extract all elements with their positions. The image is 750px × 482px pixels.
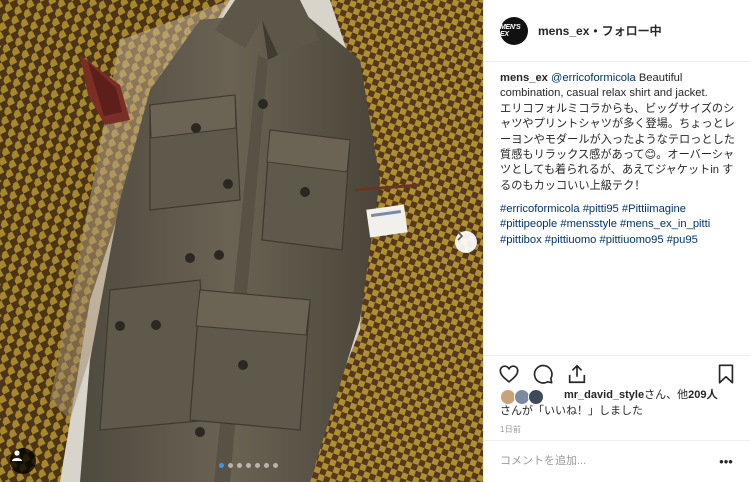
caption-mention[interactable]: @erricoformicola (551, 72, 636, 84)
user-icon (12, 450, 22, 461)
carousel-dot[interactable] (237, 463, 242, 468)
account-avatar[interactable]: MEN'S EX (500, 16, 528, 45)
post-date[interactable]: 1日前 (500, 424, 521, 435)
hashtag-link[interactable]: #pu95 (667, 234, 698, 246)
carousel-dot[interactable] (255, 463, 260, 468)
tagged-users-button[interactable] (10, 448, 36, 474)
share-icon (568, 364, 586, 384)
carousel-dot[interactable] (228, 463, 233, 468)
save-button[interactable] (715, 363, 737, 385)
caption-japanese: エリコフォルミコラからも、ビッグサイズのシャツやプリントシャツが多く登場。ちょっ… (500, 102, 735, 192)
post-caption: mens_ex @erricoformicola Beautiful combi… (500, 71, 744, 194)
liker-username[interactable]: mr_david_style (564, 389, 644, 401)
carousel-dot[interactable] (273, 463, 278, 468)
carousel-dot[interactable] (264, 463, 269, 468)
hashtag-link[interactable]: #pittipeople (500, 218, 557, 230)
like-button[interactable] (498, 363, 520, 385)
hashtag-link[interactable]: #mensstyle (560, 218, 617, 230)
jacket-shirt-photo (0, 0, 483, 482)
post-header: MEN'S EX mens_ex • フォロー中 (484, 0, 750, 62)
share-button[interactable] (566, 363, 588, 385)
hashtag-link[interactable]: #pittiuomo (545, 234, 597, 246)
comment-icon (533, 364, 553, 384)
hashtag-link[interactable]: #pittiuomo95 (600, 234, 664, 246)
comment-button[interactable] (532, 363, 554, 385)
carousel-indicator (219, 463, 278, 468)
likes-text-line2: さんが「いいね！」しました (500, 405, 643, 417)
more-options-button[interactable]: ••• (715, 451, 737, 471)
likes-suffix: さん、他 (644, 389, 689, 401)
comment-input[interactable] (500, 451, 700, 471)
hashtag-link[interactable]: #pittibox (500, 234, 542, 246)
heart-icon (499, 365, 519, 383)
header-separator: • (593, 23, 598, 38)
carousel-dot[interactable] (219, 463, 224, 468)
post-details-panel: MEN'S EX mens_ex • フォロー中 mens_ex @errico… (483, 0, 750, 482)
chevron-right-icon (457, 231, 464, 241)
caption-username[interactable]: mens_ex (500, 72, 548, 84)
hashtag-link[interactable]: #pitti95 (583, 203, 619, 215)
next-slide-button[interactable] (455, 231, 477, 253)
hashtag-link[interactable]: #mens_ex_in_pitti (620, 218, 710, 230)
post-photo[interactable] (0, 0, 483, 482)
likes-count[interactable]: 209人 (688, 389, 717, 401)
action-bar (484, 355, 750, 387)
follow-status[interactable]: フォロー中 (602, 22, 662, 39)
bookmark-icon (718, 364, 734, 384)
hashtag-link[interactable]: #Pittiimagine (622, 203, 686, 215)
likes-text: mr_david_styleさん、他209人 (564, 388, 744, 402)
carousel-dot[interactable] (246, 463, 251, 468)
hashtag-list: #erricoformicola #pitti95 #Pittiimagine … (500, 202, 744, 248)
hashtag-link[interactable]: #erricoformicola (500, 203, 580, 215)
comment-box: ••• (484, 440, 750, 482)
account-username[interactable]: mens_ex (538, 24, 589, 38)
